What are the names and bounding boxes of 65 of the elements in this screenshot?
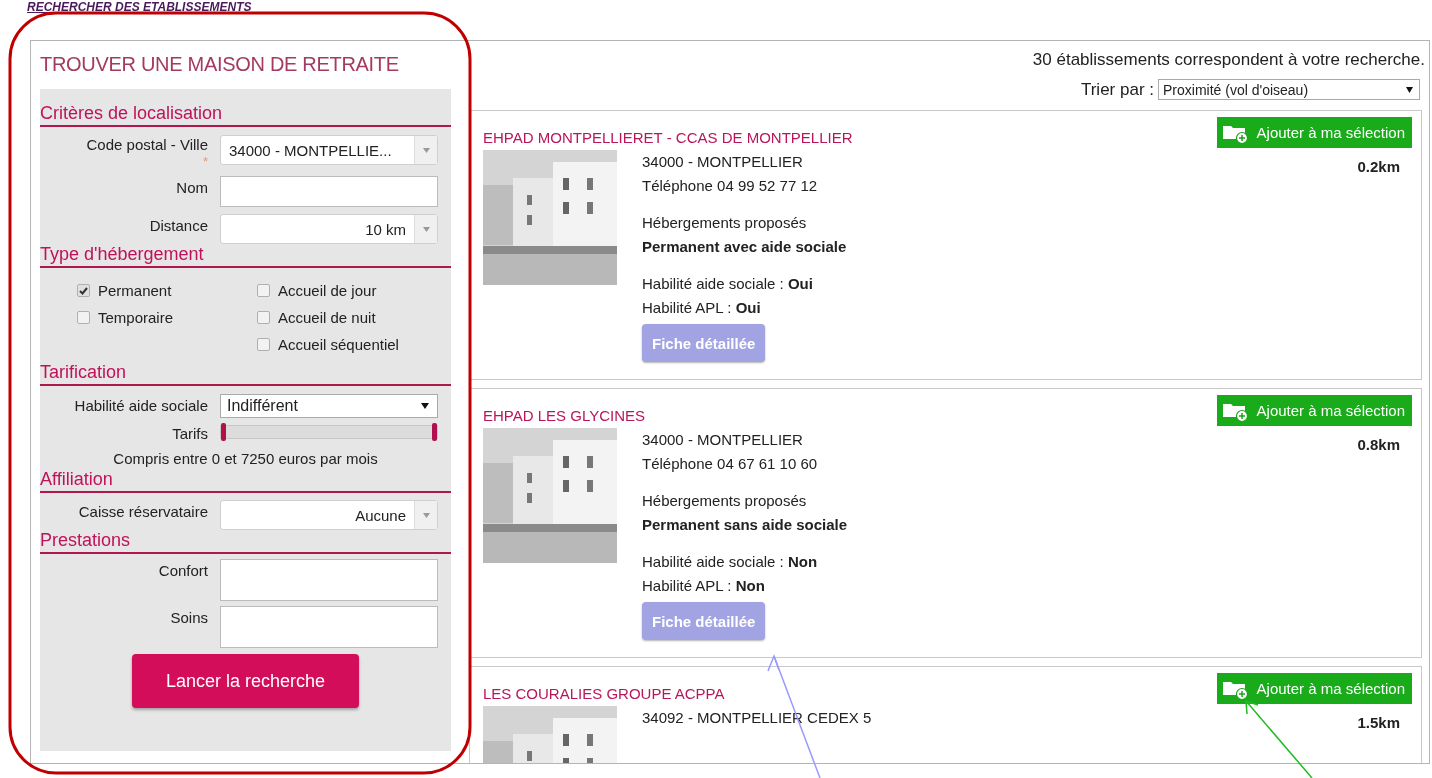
distance-text: 0.2km [1357,158,1400,175]
apl-status: Habilité APL : Non [642,576,766,596]
checkbox-label: Accueil séquentiel [278,336,399,353]
section-title: Critères de localisation [40,103,451,127]
slider-handle[interactable] [432,423,437,441]
offer-text: Permanent avec aide sociale [642,237,847,257]
checkbox-label: Temporaire [98,309,174,326]
page-heading: RECHERCHER DES ETABLISSEMENTS [27,0,252,14]
offer-label: Hébergements proposés [642,491,808,511]
establishment-name[interactable]: EHPAD MONTPELLIERET - CCAS DE MONTPELLIER [483,128,853,148]
dropdown[interactable]: Aucune [220,500,438,530]
sort-dropdown[interactable]: Proximité (vol d'oiseau) [1158,79,1420,100]
address-text: 34000 - MONTPELLIER [642,430,804,450]
aid-status: Habilité aide sociale : Oui [642,274,814,294]
checkbox[interactable] [77,311,90,324]
dropdown[interactable]: 34000 - MONTPELLIE... [220,135,438,165]
caret-icon [421,403,429,409]
establishment-name[interactable]: LES COURALIES GROUPE ACPPA [483,684,872,704]
address-text: 34092 - MONTPELLIER CEDEX 5 [642,708,872,728]
dropdown[interactable]: Indifférent [220,394,438,418]
caret-icon [422,147,430,153]
phone-text: Téléphone 04 67 61 10 60 [642,454,819,474]
field-label: Habilité aide sociale [74,396,208,416]
input-field[interactable] [220,606,438,648]
section-title: Type d'hébergement [40,244,451,268]
field-label: Tarifs [172,424,208,444]
panel-title: TROUVER UNE MAISON DE RETRAITE [40,52,400,77]
section-title: Prestations [40,530,451,554]
checkbox[interactable] [257,338,270,351]
dropdown[interactable]: 10 km [220,214,438,244]
checkbox-label: Permanent [98,282,172,299]
input-field[interactable] [220,176,438,207]
checkbox[interactable] [77,284,90,297]
checkbox-label: Accueil de jour [278,282,377,299]
range-note: Compris entre 0 et 7250 euros par mois [112,450,379,467]
field-label: Confort [158,561,208,581]
establishment-name[interactable]: EHPAD LES GLYCINES [483,406,848,426]
aid-status: Habilité aide sociale : Non [642,552,819,572]
field-label: Nom [176,178,208,198]
checkbox[interactable] [257,284,270,297]
required-mark: * [201,155,208,169]
distance-text: 1.5km [1357,714,1400,731]
field-label: Code postal - Ville [86,135,208,155]
caret-icon [422,226,430,232]
field-label: Distance [149,216,208,236]
checkbox[interactable] [257,311,270,324]
offer-text: Permanent sans aide sociale [642,515,848,535]
sort-label: Trier par : [1080,79,1154,100]
offer-label: Hébergements proposés [642,213,808,233]
checkmark-icon [79,286,88,295]
field-label: Caisse réservataire [78,502,208,522]
field-label: Soins [170,608,208,628]
checkbox-label: Accueil de nuit [278,309,376,326]
section-title: Tarification [40,362,451,386]
address-text: 34000 - MONTPELLIER [642,152,804,172]
distance-text: 0.8km [1357,436,1400,453]
search-button[interactable]: Lancer la recherche [132,654,359,708]
section-title: Affiliation [40,469,451,493]
slider-handle[interactable] [221,423,226,441]
phone-text: Téléphone 04 99 52 77 12 [642,176,819,196]
caret-icon [1406,86,1413,93]
apl-status: Habilité APL : Oui [642,298,762,318]
results-count: 30 établissements correspondent à votre recherche. [1031,49,1425,71]
caret-icon [422,512,430,518]
input-field[interactable] [220,559,438,601]
